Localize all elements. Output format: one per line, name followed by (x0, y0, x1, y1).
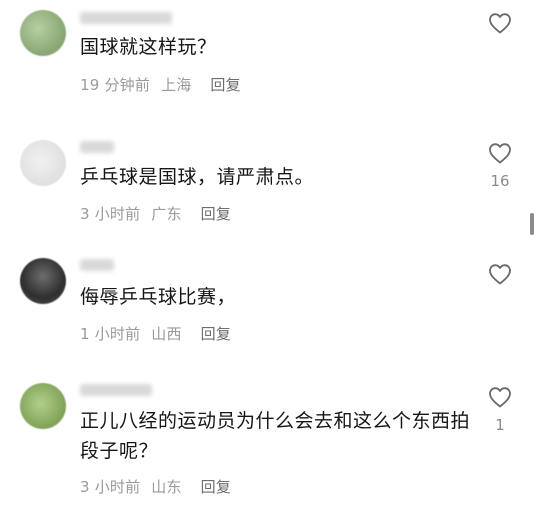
comment-text: 国球就这样玩？ (80, 36, 217, 58)
like-button[interactable]: 1 (486, 386, 514, 434)
comment-meta: 3 小时前 广东 回复 (80, 203, 231, 224)
avatar[interactable] (20, 383, 66, 429)
reply-button[interactable]: 回复 (201, 205, 231, 223)
comment-text: 侮辱乒乓球比赛， (80, 286, 237, 308)
username-blurred[interactable] (80, 259, 114, 271)
reply-button[interactable]: 回复 (210, 76, 240, 94)
avatar[interactable] (20, 10, 66, 56)
comment-location: 山西 (151, 325, 182, 343)
comment-time: 3 小时前 (80, 478, 141, 496)
comment-meta: 3 小时前 山东 回复 (80, 476, 231, 497)
like-count: 16 (490, 172, 510, 190)
username-blurred[interactable] (80, 12, 172, 24)
comment-time: 3 小时前 (80, 205, 141, 223)
like-button[interactable]: 16 (486, 142, 514, 190)
comment-location: 山东 (151, 478, 182, 496)
heart-outline-icon (489, 387, 511, 408)
heart-outline-icon (489, 143, 511, 164)
like-button[interactable] (486, 12, 514, 42)
comment-location: 上海 (161, 76, 192, 94)
avatar[interactable] (20, 140, 66, 186)
reply-button[interactable]: 回复 (201, 478, 231, 496)
comment-meta: 1 小时前 山西 回复 (80, 323, 231, 344)
like-button[interactable] (486, 263, 514, 293)
avatar[interactable] (20, 258, 66, 304)
scrollbar[interactable] (530, 213, 534, 235)
comment-time: 19 分钟前 (80, 76, 151, 94)
comment-time: 1 小时前 (80, 325, 141, 343)
reply-button[interactable]: 回复 (201, 325, 231, 343)
username-blurred[interactable] (80, 141, 114, 153)
comment-meta: 19 分钟前 上海 回复 (80, 74, 241, 95)
heart-outline-icon (489, 264, 511, 285)
username-blurred[interactable] (80, 384, 152, 396)
heart-outline-icon (489, 13, 511, 34)
comment-text: 乒乓球是国球，请严肃点。 (80, 166, 315, 188)
comment-text: 正儿八经的运动员为什么会去和这么个东西拍段子呢？ (80, 410, 471, 462)
like-count: 1 (495, 416, 505, 434)
comment-location: 广东 (151, 205, 182, 223)
